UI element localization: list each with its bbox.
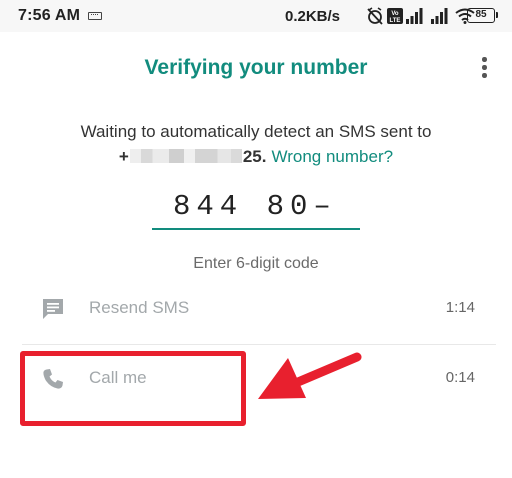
phone-suffix: 25. — [242, 147, 267, 166]
phone-prefix: + — [118, 147, 129, 166]
resend-sms-label: Resend SMS — [89, 298, 190, 317]
alarm-off-icon — [367, 7, 383, 25]
status-bar: 7:56 AM 0.2KB/s Vo LTE 85 — [0, 0, 512, 32]
signal-icon — [406, 8, 423, 24]
network-speed: 0.2KB/s — [285, 8, 341, 25]
resend-sms-timer: 1:14 — [445, 299, 475, 316]
svg-text:Vo: Vo — [391, 11, 399, 17]
resend-sms-option[interactable]: Resend SMS 1:14 — [0, 281, 512, 337]
phone-number-line: +25. Wrong number? — [0, 146, 512, 168]
keyboard-icon — [88, 12, 102, 20]
status-time: 7:56 AM — [18, 7, 81, 24]
code-hint: Enter 6-digit code — [193, 255, 319, 272]
more-vert-icon[interactable] — [474, 55, 494, 81]
verification-screen: 7:56 AM 0.2KB/s Vo LTE 85 Verifying your… — [0, 0, 512, 478]
page-title: Verifying your number — [144, 56, 368, 79]
code-input[interactable]: 844 80– — [152, 188, 360, 230]
call-me-timer: 0:14 — [445, 369, 475, 386]
redacted-phone-digits — [129, 149, 242, 163]
call-me-label: Call me — [89, 368, 147, 387]
battery-icon: 85 — [467, 8, 498, 23]
signal-icon — [431, 8, 448, 24]
sms-instruction: Waiting to automatically detect an SMS s… — [80, 122, 432, 141]
svg-text:LTE: LTE — [390, 18, 401, 24]
call-me-option[interactable]: Call me 0:14 — [0, 351, 512, 407]
wrong-number-link[interactable]: Wrong number? — [271, 147, 393, 166]
divider — [22, 344, 496, 345]
phone-icon — [43, 369, 63, 389]
message-icon — [43, 299, 63, 319]
volte-icon: Vo LTE — [387, 8, 403, 24]
